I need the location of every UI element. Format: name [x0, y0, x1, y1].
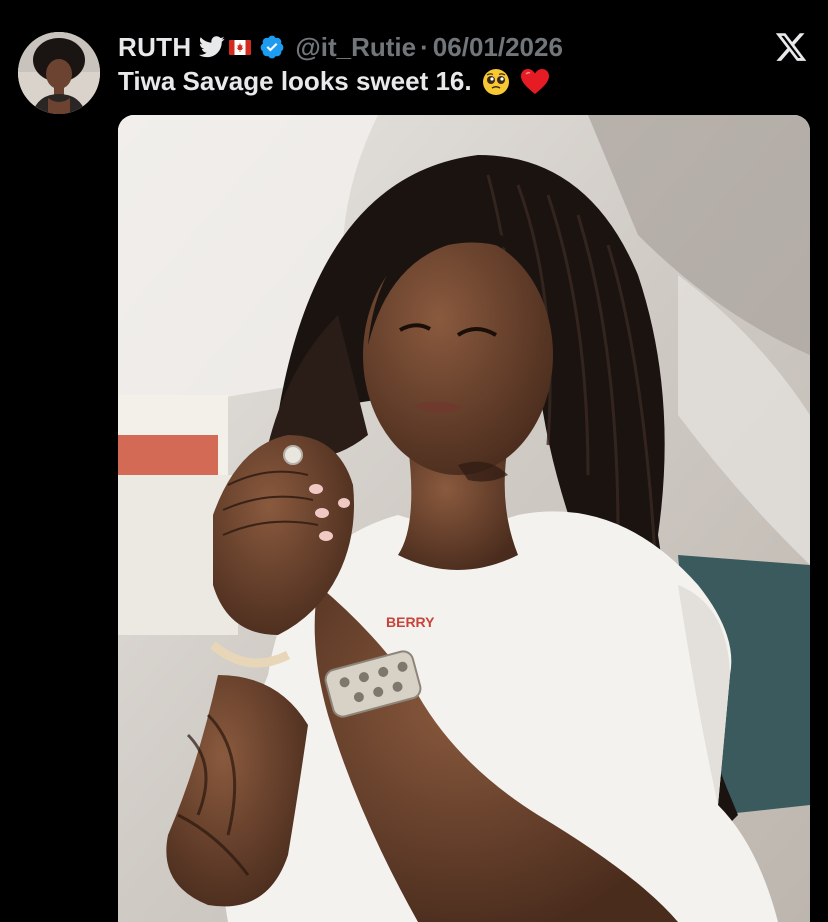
separator: · — [420, 31, 429, 62]
display-name[interactable]: RUTH — [118, 32, 191, 63]
tweet-text: Tiwa Savage looks sweet 16. — [118, 66, 472, 96]
tweet-text-row: Tiwa Savage looks sweet 16. — [118, 66, 549, 97]
shirt-text: BERRY — [386, 614, 435, 630]
bird-icon — [199, 36, 225, 58]
tweet-date[interactable]: 06/01/2026 — [433, 32, 563, 63]
pleading-face-emoji — [482, 68, 510, 96]
tweet[interactable]: RUTH @it_Rutie · 06/01/2026 Tiwa Savage — [0, 0, 828, 922]
avatar[interactable] — [18, 32, 100, 114]
tweet-photo[interactable]: BERRY — [118, 115, 810, 922]
tweet-header: RUTH @it_Rutie · 06/01/2026 — [118, 30, 563, 64]
user-handle[interactable]: @it_Rutie — [295, 32, 416, 63]
x-logo-icon[interactable] — [774, 30, 808, 64]
canada-flag-icon — [229, 39, 252, 55]
red-heart-emoji — [520, 68, 549, 96]
verified-badge-icon — [259, 34, 285, 60]
